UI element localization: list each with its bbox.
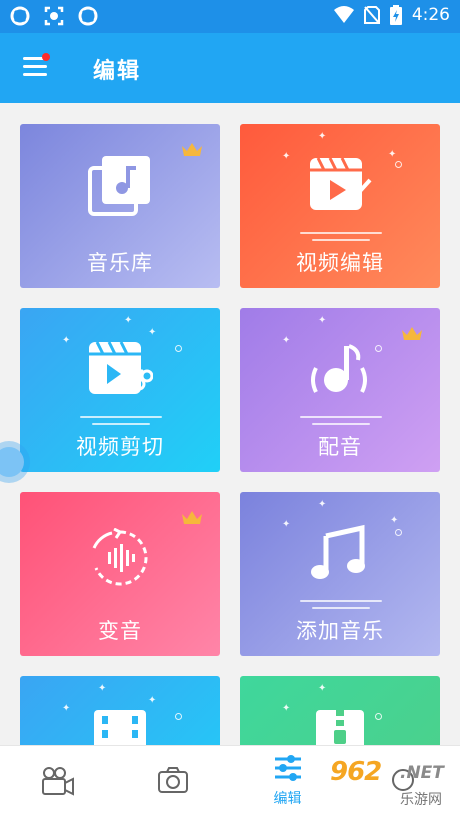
status-time: 4:26 bbox=[411, 5, 450, 25]
card-video-cut[interactable]: ✦ ✦ ✦ 视频剪切 bbox=[20, 308, 220, 472]
menu-icon-line bbox=[23, 65, 47, 68]
card-label: 配音 bbox=[318, 435, 362, 459]
sparkle-icon: ✦ bbox=[318, 315, 327, 326]
watermark-number: 962 bbox=[330, 757, 382, 787]
tab-video[interactable] bbox=[0, 746, 115, 818]
sparkle-icon: ✦ bbox=[282, 335, 291, 346]
sparkle-icon: ✦ bbox=[318, 131, 327, 142]
card-film[interactable]: ✦ ✦ ✦ bbox=[20, 676, 220, 745]
video-camera-icon bbox=[41, 767, 74, 796]
screenshot-icon bbox=[44, 6, 64, 26]
sparkle-icon: ✦ bbox=[318, 683, 327, 694]
status-bar: 4:26 bbox=[0, 0, 460, 33]
sparkle-icon: ✦ bbox=[124, 315, 133, 326]
sparkle-icon: ✦ bbox=[282, 519, 291, 530]
crown-icon bbox=[402, 327, 422, 340]
app-notification-icon bbox=[10, 6, 30, 26]
ring-decor bbox=[175, 713, 182, 720]
decor-lines bbox=[80, 416, 162, 430]
film-icon bbox=[94, 710, 146, 745]
notification-dot bbox=[42, 53, 50, 61]
sparkle-icon: ✦ bbox=[148, 695, 157, 706]
card-video-edit[interactable]: ✦ ✦ ✦ 视频编辑 bbox=[240, 124, 440, 288]
crown-icon bbox=[182, 143, 202, 156]
crown-icon bbox=[182, 511, 202, 524]
video-edit-icon bbox=[310, 157, 372, 210]
sliders-icon bbox=[274, 755, 301, 781]
card-label: 变音 bbox=[98, 619, 142, 643]
watermark-logo: 962 .NET 乐游网 bbox=[330, 757, 458, 815]
menu-icon-line bbox=[23, 73, 47, 76]
voice-change-icon bbox=[92, 528, 148, 586]
sparkle-icon: ✦ bbox=[390, 515, 399, 526]
decor-lines bbox=[300, 600, 382, 614]
no-sim-icon bbox=[363, 6, 380, 24]
card-label: 添加音乐 bbox=[296, 619, 384, 643]
tab-edit-label: 编辑 bbox=[273, 791, 302, 807]
ring-decor bbox=[375, 713, 382, 720]
decor-lines bbox=[300, 232, 382, 246]
add-music-icon bbox=[311, 524, 365, 579]
sparkle-icon: ✦ bbox=[62, 335, 71, 346]
card-label: 音乐库 bbox=[87, 251, 153, 275]
card-music-library[interactable]: 音乐库 bbox=[20, 124, 220, 288]
app-notification-icon bbox=[78, 6, 98, 26]
ring-decor bbox=[375, 345, 382, 352]
watermark-net: .NET bbox=[400, 763, 444, 783]
sparkle-icon: ✦ bbox=[62, 703, 71, 714]
card-voice-change[interactable]: 变音 bbox=[20, 492, 220, 656]
sparkle-icon: ✦ bbox=[282, 703, 291, 714]
video-cut-icon bbox=[89, 341, 153, 394]
sparkle-icon: ✦ bbox=[282, 151, 291, 162]
decor-lines bbox=[300, 416, 382, 430]
card-label: 视频剪切 bbox=[76, 435, 164, 459]
ring-decor bbox=[395, 529, 402, 536]
tab-edit[interactable]: 编辑 bbox=[230, 746, 345, 818]
sparkle-icon: ✦ bbox=[318, 499, 327, 510]
feature-grid: 音乐库 ✦ ✦ ✦ 视频编辑 ✦ ✦ ✦ 视频剪切 ✦ ✦ 配音 变音 ✦ ✦ … bbox=[0, 103, 460, 745]
card-label: 视频编辑 bbox=[296, 251, 384, 275]
battery-charging-icon bbox=[389, 5, 402, 25]
wifi-icon bbox=[333, 6, 354, 23]
card-dubbing[interactable]: ✦ ✦ 配音 bbox=[240, 308, 440, 472]
ring-decor bbox=[395, 161, 402, 168]
card-add-music[interactable]: ✦ ✦ ✦ 添加音乐 bbox=[240, 492, 440, 656]
card-zip[interactable]: ✦ ✦ bbox=[240, 676, 440, 745]
zip-icon bbox=[316, 710, 364, 745]
dubbing-icon bbox=[311, 344, 367, 393]
tab-camera[interactable] bbox=[115, 746, 230, 818]
watermark-site-name: 乐游网 bbox=[400, 792, 442, 808]
page-title: 编辑 bbox=[93, 59, 142, 84]
app-bar: 编辑 bbox=[0, 33, 460, 103]
sparkle-icon: ✦ bbox=[98, 683, 107, 694]
sparkle-icon: ✦ bbox=[148, 327, 157, 338]
sparkle-icon: ✦ bbox=[388, 149, 397, 160]
floating-button-core bbox=[0, 447, 24, 477]
camera-icon bbox=[157, 767, 188, 793]
music-library-icon bbox=[88, 156, 150, 216]
ring-decor bbox=[175, 345, 182, 352]
menu-button[interactable] bbox=[23, 53, 51, 79]
